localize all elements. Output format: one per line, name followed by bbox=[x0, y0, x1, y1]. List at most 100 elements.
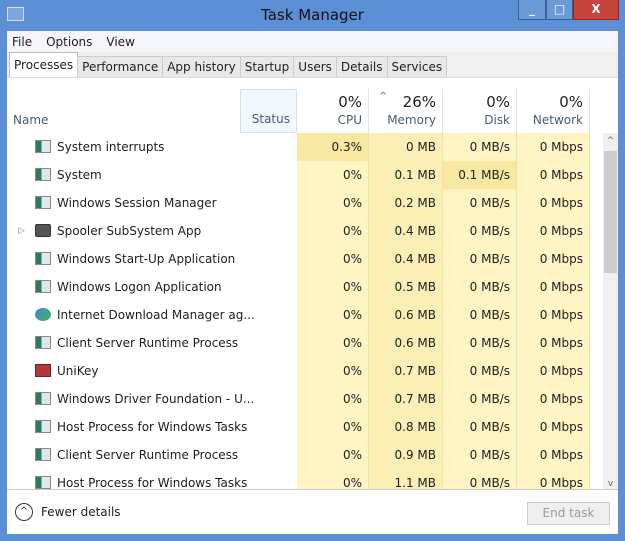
tab-users[interactable]: Users bbox=[293, 56, 337, 77]
process-list: System interrupts 0.3% 0 MB 0 MB/s 0 Mbps Sys… bbox=[7, 133, 603, 489]
window-icon bbox=[35, 168, 51, 181]
process-row[interactable]: Internet Download Manager ag... 0% 0.6 MB 0… bbox=[7, 301, 603, 329]
process-row[interactable]: System 0% 0.1 MB 0.1 MB/s 0 Mbps bbox=[7, 161, 603, 189]
maximize-button[interactable]: □ bbox=[546, 0, 573, 20]
process-name: Host Process for Windows Tasks bbox=[57, 420, 248, 434]
cell-disk: 0 MB/s bbox=[443, 273, 517, 301]
expand-icon[interactable]: ▷ bbox=[18, 217, 25, 245]
end-task-button[interactable]: End task bbox=[527, 502, 610, 525]
unikey-icon bbox=[35, 364, 51, 377]
column-header: Name Status 0% CPU ^ 26% Memory 0% Disk 0% Ne… bbox=[7, 89, 618, 133]
cell-net: 0 Mbps bbox=[517, 161, 590, 189]
process-row[interactable]: ▷ Spooler SubSystem App 0% 0.4 MB 0 MB/s 0 Mb… bbox=[7, 217, 603, 245]
process-row[interactable]: Host Process for Windows Tasks 0% 0.8 MB 0 … bbox=[7, 413, 603, 441]
col-status[interactable]: Status bbox=[240, 89, 297, 133]
tab-app-history[interactable]: App history bbox=[162, 56, 241, 77]
cell-disk: 0 MB/s bbox=[443, 357, 517, 385]
cell-mem: 0.6 MB bbox=[369, 301, 443, 329]
cell-net: 0 Mbps bbox=[517, 133, 590, 161]
process-row[interactable]: Client Server Runtime Process 0% 0.6 MB 0 M… bbox=[7, 329, 603, 357]
menu-file[interactable]: File bbox=[12, 35, 32, 49]
cell-net: 0 Mbps bbox=[517, 189, 590, 217]
cell-net: 0 Mbps bbox=[517, 217, 590, 245]
cell-disk: 0 MB/s bbox=[443, 133, 517, 161]
cell-cpu: 0% bbox=[297, 161, 369, 189]
cell-disk: 0 MB/s bbox=[443, 469, 517, 489]
printer-icon bbox=[35, 224, 51, 237]
cell-net: 0 Mbps bbox=[517, 385, 590, 413]
scroll-thumb[interactable] bbox=[604, 151, 617, 273]
process-name: Spooler SubSystem App bbox=[57, 224, 202, 238]
col-network[interactable]: 0% Network bbox=[517, 89, 590, 133]
window-icon bbox=[35, 336, 51, 349]
process-name: Windows Driver Foundation - U... bbox=[57, 392, 255, 406]
cell-cpu: 0% bbox=[297, 245, 369, 273]
cell-net: 0 Mbps bbox=[517, 413, 590, 441]
process-row[interactable]: Host Process for Windows Tasks 0% 1.1 MB 0 … bbox=[7, 469, 603, 489]
cell-disk: 0.1 MB/s bbox=[443, 161, 517, 189]
window-icon bbox=[35, 420, 51, 433]
menu-options[interactable]: Options bbox=[46, 35, 92, 49]
window-icon bbox=[35, 252, 51, 265]
tab-services[interactable]: Services bbox=[386, 56, 448, 77]
process-row[interactable]: Windows Session Manager 0% 0.2 MB 0 MB/s 0 M… bbox=[7, 189, 603, 217]
process-row[interactable]: Windows Driver Foundation - U... 0% 0.7 MB… bbox=[7, 385, 603, 413]
cell-mem: 0.4 MB bbox=[369, 245, 443, 273]
process-row[interactable]: Client Server Runtime Process 0% 0.9 MB 0 M… bbox=[7, 441, 603, 469]
process-row[interactable]: Windows Logon Application 0% 0.5 MB 0 MB/s 0… bbox=[7, 273, 603, 301]
col-cpu[interactable]: 0% CPU bbox=[297, 89, 369, 133]
cell-disk: 0 MB/s bbox=[443, 245, 517, 273]
cell-net: 0 Mbps bbox=[517, 441, 590, 469]
title-bar: Task Manager _ □ X bbox=[0, 0, 625, 31]
footer: ^ Fewer details End task bbox=[7, 489, 618, 534]
window-icon bbox=[35, 140, 51, 153]
col-disk[interactable]: 0% Disk bbox=[443, 89, 517, 133]
minimize-button[interactable]: _ bbox=[518, 0, 546, 20]
cell-mem: 1.1 MB bbox=[369, 469, 443, 489]
col-name[interactable]: Name bbox=[7, 89, 240, 133]
cell-cpu: 0% bbox=[297, 217, 369, 245]
fewer-details-button[interactable]: ^ Fewer details bbox=[15, 503, 121, 521]
cell-cpu: 0% bbox=[297, 329, 369, 357]
process-name: Internet Download Manager ag... bbox=[57, 308, 255, 322]
process-name: UniKey bbox=[57, 364, 99, 378]
cell-net: 0 Mbps bbox=[517, 245, 590, 273]
close-button[interactable]: X bbox=[573, 0, 619, 20]
process-name: Windows Logon Application bbox=[57, 280, 222, 294]
menu-bar: File Options View bbox=[7, 31, 618, 52]
cell-net: 0 Mbps bbox=[517, 329, 590, 357]
scroll-up-icon[interactable]: ^ bbox=[603, 133, 618, 149]
menu-view[interactable]: View bbox=[106, 35, 134, 49]
cell-mem: 0.5 MB bbox=[369, 273, 443, 301]
tab-processes[interactable]: Processes bbox=[9, 52, 79, 77]
tab-details[interactable]: Details bbox=[335, 56, 388, 77]
idm-icon bbox=[35, 308, 51, 321]
cell-cpu: 0% bbox=[297, 273, 369, 301]
process-name: System bbox=[57, 168, 102, 182]
window-icon bbox=[35, 196, 51, 209]
cell-mem: 0.7 MB bbox=[369, 385, 443, 413]
cell-disk: 0 MB/s bbox=[443, 441, 517, 469]
cell-mem: 0.8 MB bbox=[369, 413, 443, 441]
cell-disk: 0 MB/s bbox=[443, 385, 517, 413]
tab-startup[interactable]: Startup bbox=[239, 56, 295, 77]
process-row[interactable]: UniKey 0% 0.7 MB 0 MB/s 0 Mbps bbox=[7, 357, 603, 385]
window-icon bbox=[35, 448, 51, 461]
cell-disk: 0 MB/s bbox=[443, 189, 517, 217]
cell-mem: 0.7 MB bbox=[369, 357, 443, 385]
cell-cpu: 0% bbox=[297, 441, 369, 469]
cell-net: 0 Mbps bbox=[517, 301, 590, 329]
cell-cpu: 0% bbox=[297, 413, 369, 441]
process-row[interactable]: Windows Start-Up Application 0% 0.4 MB 0 MB… bbox=[7, 245, 603, 273]
chevron-up-icon: ^ bbox=[15, 503, 33, 521]
process-name: Windows Session Manager bbox=[57, 196, 217, 210]
scrollbar[interactable]: ^ v bbox=[603, 133, 618, 489]
tab-bar: Processes Performance App history Startu… bbox=[7, 52, 618, 78]
scroll-down-icon[interactable]: v bbox=[603, 479, 618, 489]
window-icon bbox=[35, 280, 51, 293]
cell-disk: 0 MB/s bbox=[443, 329, 517, 357]
col-memory[interactable]: ^ 26% Memory bbox=[369, 89, 443, 133]
window-icon bbox=[35, 392, 51, 405]
process-row[interactable]: System interrupts 0.3% 0 MB 0 MB/s 0 Mbps bbox=[7, 133, 603, 161]
tab-performance[interactable]: Performance bbox=[77, 56, 164, 77]
